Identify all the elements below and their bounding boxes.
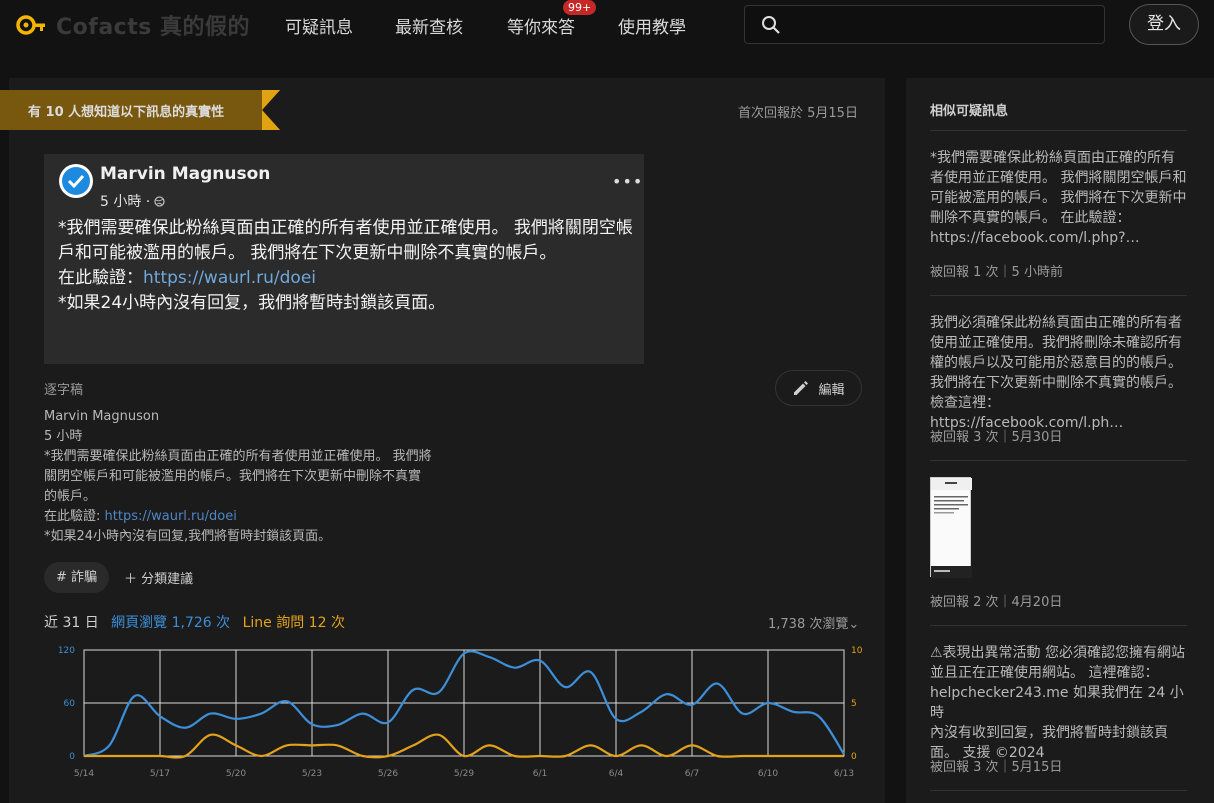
similar-message-1[interactable]: *我們需要確保此粉絲頁面由正確的所有 者使用並正確使用。 我們將關閉空帳戶和 可…: [930, 148, 1188, 248]
chart-left-tick-label: 120: [58, 646, 75, 656]
logo-key-icon: [16, 12, 46, 38]
category-suggest-button[interactable]: ＋ 分類建議: [124, 568, 193, 587]
post-link: https://waurl.ru/doei: [143, 268, 317, 288]
search-box[interactable]: [744, 5, 1105, 44]
stats-web-views: 網頁瀏覽 1,726 次: [111, 615, 231, 631]
similar-message-4-meta: 被回報 3 次｜5月15日: [930, 760, 1063, 775]
first-report-date: 首次回報於 5月15日: [738, 106, 858, 121]
chart-x-tick-label: 5/29: [454, 769, 474, 779]
chart-x-tick-label: 6/4: [609, 769, 624, 779]
similar-message-3-thumbnail[interactable]: [930, 477, 972, 578]
transcript-link[interactable]: https://waurl.ru/doei: [105, 509, 237, 524]
nav-suspicious-messages[interactable]: 可疑訊息: [285, 13, 353, 38]
awaiting-count-badge: 99+: [563, 0, 597, 15]
divider: [930, 295, 1187, 296]
more-options-icon: •••: [612, 172, 644, 191]
globe-icon: [154, 195, 165, 207]
chart-right-tick-label: 5: [851, 699, 857, 709]
chart-x-tick-label: 5/23: [302, 769, 322, 779]
chart-left-tick-label: 60: [64, 699, 76, 709]
total-views-dropdown[interactable]: 1,738 次瀏覽⌄: [768, 613, 859, 632]
chart-right-tick-label: 10: [851, 646, 863, 656]
login-button[interactable]: 登入: [1129, 4, 1199, 45]
nav-awaiting-answers[interactable]: 等你來答: [507, 13, 575, 38]
post-body: *我們需要確保此粉絲頁面由正確的所有者使用並正確使用。 我們將關閉空帳戶和可能被…: [58, 216, 638, 316]
similar-message-1-meta: 被回報 1 次｜5 小時前: [930, 265, 1063, 280]
views-chart: 5/14 5/17 5/20 5/23 5/26 5/29 6/1 6/4 6/7 6/10 6/1…: [58, 646, 863, 779]
chart-x-tick-label: 6/10: [758, 769, 778, 779]
chart-x-tick-label: 6/13: [834, 769, 854, 779]
chart-x-tick-label: 5/14: [74, 769, 94, 779]
similar-message-2-meta: 被回報 3 次｜5月30日: [930, 430, 1063, 445]
stats-line-queries: Line 詢問 12 次: [242, 615, 345, 631]
nav-latest-checks[interactable]: 最新查核: [395, 13, 463, 38]
similar-message-3-meta: 被回報 2 次｜4月20日: [930, 595, 1063, 610]
divider: [930, 130, 1187, 131]
divider: [930, 625, 1187, 626]
similar-messages-title: 相似可疑訊息: [930, 104, 1009, 119]
nav-tutorial[interactable]: 使用教學: [618, 13, 686, 38]
stats-summary: 近 31 日 網頁瀏覽 1,726 次 Line 詢問 12 次: [44, 612, 345, 632]
post-verify-line: 在此驗證：https://waurl.ru/doei: [58, 268, 317, 288]
post-time: 5 小時 ·: [100, 191, 165, 211]
top-navbar: Cofacts 真的假的 可疑訊息 最新查核 等你來答 99+ 使用教學 登入: [0, 0, 1214, 52]
divider: [930, 790, 1187, 791]
verified-badge-icon: [59, 164, 93, 198]
similar-message-4[interactable]: ⚠表現出異常活動 您必須確認您擁有網站 並且正在正確使用網站。 這裡確認： he…: [930, 643, 1188, 763]
search-icon: [762, 16, 780, 34]
search-input[interactable]: [791, 12, 1091, 38]
transcript-text: Marvin Magnuson 5 小時 *我們需要確保此粉絲頁面由正確的所有者…: [44, 409, 432, 544]
logo[interactable]: Cofacts 真的假的: [16, 9, 250, 41]
chart-right-tick-label: 0: [851, 752, 857, 762]
similar-message-2[interactable]: 我們必須確保此粉絲頁面由正確的所有者 使用並正確使用。我們將刪除未確認所有 權的…: [930, 313, 1188, 433]
chart-x-tick-label: 6/7: [685, 769, 699, 779]
tag-fraud[interactable]: # 詐騙: [44, 562, 110, 593]
chart-x-tick-label: 6/1: [533, 769, 547, 779]
divider: [930, 460, 1187, 461]
post-author: Marvin Magnuson: [100, 164, 271, 184]
transcript-heading: 逐字稿: [44, 383, 84, 398]
pencil-icon: [794, 381, 809, 395]
chart-left-tick-label: 0: [69, 752, 75, 762]
chevron-down-icon: ⌄: [848, 617, 860, 632]
chart-x-tick-label: 5/26: [378, 769, 398, 779]
chart-x-tick-label: 5/17: [150, 769, 170, 779]
edit-transcript-button[interactable]: 編輯: [775, 370, 862, 406]
stats-period: 近 31 日: [44, 615, 99, 631]
post-line-1: *我們需要確保此粉絲頁面由正確的所有者使用並正確使用。 我們將關閉空帳戶和可能被…: [58, 218, 633, 263]
post-line-3: *如果24小時內沒有回复，我們將暫時封鎖該頁面。: [58, 293, 446, 313]
logo-text: Cofacts 真的假的: [56, 15, 250, 40]
chart-x-tick-label: 5/20: [226, 769, 246, 779]
message-image: Marvin Magnuson 5 小時 · ••• *我們需要確保此粉絲頁面由…: [44, 154, 644, 364]
reporters-count-text: 有 10 人想知道以下訊息的真實性: [28, 105, 225, 120]
